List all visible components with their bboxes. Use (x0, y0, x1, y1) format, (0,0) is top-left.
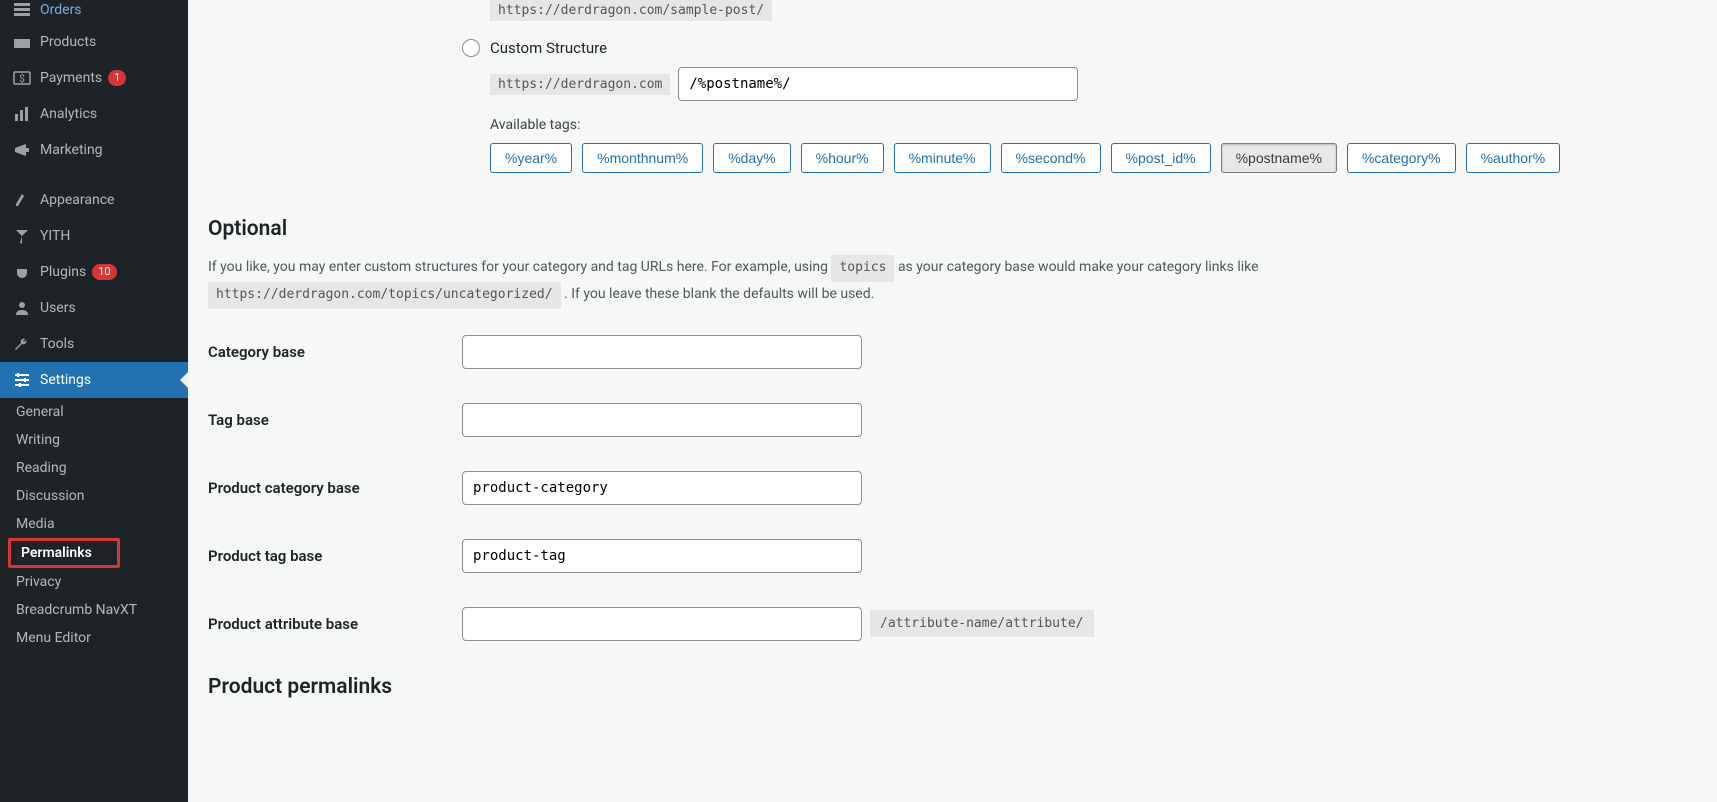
sidebar-item-plugins[interactable]: Plugins 10 (0, 254, 188, 290)
sidebar-item-users[interactable]: Users (0, 290, 188, 326)
settings-icon (12, 370, 32, 390)
product-attribute-base-label: Product attribute base (208, 615, 462, 633)
notification-badge: 10 (92, 264, 116, 280)
appearance-icon (12, 190, 32, 210)
optional-desc-part2: as your category base would make your ca… (898, 259, 1259, 275)
sidebar-item-appearance[interactable]: Appearance (0, 182, 188, 218)
svg-text:$: $ (19, 72, 25, 85)
product-permalinks-heading: Product permalinks (208, 675, 1697, 699)
available-tags-label: Available tags: (462, 117, 1697, 133)
radio-custom-structure-label: Custom Structure (490, 39, 607, 57)
optional-desc-part3: . If you leave these blank the defaults … (564, 286, 874, 302)
submenu-item-permalinks[interactable]: Permalinks (8, 538, 120, 568)
category-base-label: Category base (208, 343, 462, 361)
tag-author[interactable]: %author% (1466, 143, 1561, 173)
sidebar-item-label: Orders (40, 2, 82, 18)
sidebar-item-label: Products (40, 34, 96, 50)
tag-year[interactable]: %year% (490, 143, 572, 173)
sidebar-item-label: YITH (40, 228, 70, 244)
sidebar-item-label: Analytics (40, 106, 97, 122)
settings-submenu: General Writing Reading Discussion Media… (0, 398, 188, 652)
sidebar-item-payments[interactable]: $ Payments 1 (0, 60, 188, 96)
tag-category[interactable]: %category% (1347, 143, 1456, 173)
submenu-item-media[interactable]: Media (0, 510, 188, 538)
notification-badge: 1 (108, 70, 126, 86)
tag-monthnum[interactable]: %monthnum% (582, 143, 703, 173)
product-attribute-base-input[interactable] (462, 607, 862, 641)
plugins-icon (12, 262, 32, 282)
product-attribute-base-suffix: /attribute-name/attribute/ (870, 610, 1094, 637)
tag-day[interactable]: %day% (713, 143, 790, 173)
available-tags: %year% %monthnum% %day% %hour% %minute% … (462, 143, 1697, 173)
category-base-input[interactable] (462, 335, 862, 369)
tag-minute[interactable]: %minute% (894, 143, 991, 173)
products-icon (12, 32, 32, 52)
tools-icon (12, 334, 32, 354)
custom-structure-input[interactable] (678, 67, 1078, 101)
tag-hour[interactable]: %hour% (801, 143, 884, 173)
yith-icon (12, 226, 32, 246)
optional-heading: Optional (208, 217, 1697, 241)
radio-custom-structure[interactable] (462, 39, 480, 57)
sidebar-item-yith[interactable]: YITH (0, 218, 188, 254)
product-tag-base-input[interactable] (462, 539, 862, 573)
payments-icon: $ (12, 68, 32, 88)
admin-sidebar: Orders Products $ Payments 1 Analytics M… (0, 0, 188, 802)
submenu-item-general[interactable]: General (0, 398, 188, 426)
product-category-base-label: Product category base (208, 479, 462, 497)
optional-desc-code2: https://derdragon.com/topics/uncategoriz… (208, 282, 561, 309)
sidebar-item-analytics[interactable]: Analytics (0, 96, 188, 132)
main-content: https://derdragon.com/sample-post/ Custo… (188, 0, 1717, 802)
submenu-item-discussion[interactable]: Discussion (0, 482, 188, 510)
sidebar-item-label: Marketing (40, 142, 103, 158)
sidebar-item-label: Payments (40, 70, 102, 86)
tag-base-input[interactable] (462, 403, 862, 437)
submenu-item-menu-editor[interactable]: Menu Editor (0, 624, 188, 652)
sidebar-item-products[interactable]: Products (0, 24, 188, 60)
product-tag-base-label: Product tag base (208, 547, 462, 565)
optional-desc-part1: If you like, you may enter custom struct… (208, 259, 831, 275)
sidebar-item-settings[interactable]: Settings (0, 362, 188, 398)
tag-post-id[interactable]: %post_id% (1111, 143, 1211, 173)
orders-icon (12, 0, 32, 20)
tag-second[interactable]: %second% (1001, 143, 1101, 173)
submenu-item-writing[interactable]: Writing (0, 426, 188, 454)
optional-desc-code1: topics (831, 255, 894, 282)
marketing-icon (12, 140, 32, 160)
sidebar-item-orders[interactable]: Orders (0, 0, 188, 24)
users-icon (12, 298, 32, 318)
submenu-item-breadcrumb-navxt[interactable]: Breadcrumb NavXT (0, 596, 188, 624)
tag-postname[interactable]: %postname% (1221, 143, 1337, 173)
sidebar-item-tools[interactable]: Tools (0, 326, 188, 362)
sidebar-item-marketing[interactable]: Marketing (0, 132, 188, 168)
sidebar-item-label: Tools (40, 336, 74, 352)
analytics-icon (12, 104, 32, 124)
sidebar-item-label: Plugins (40, 264, 86, 280)
sidebar-item-label: Settings (40, 372, 91, 388)
sample-permalink-url: https://derdragon.com/sample-post/ (490, 0, 772, 21)
sidebar-separator (0, 168, 188, 182)
product-category-base-input[interactable] (462, 471, 862, 505)
sidebar-item-label: Users (40, 300, 76, 316)
submenu-item-privacy[interactable]: Privacy (0, 568, 188, 596)
tag-base-label: Tag base (208, 411, 462, 429)
sidebar-item-label: Appearance (40, 192, 114, 208)
base-url: https://derdragon.com (490, 74, 670, 95)
optional-description: If you like, you may enter custom struct… (208, 255, 1608, 309)
submenu-item-reading[interactable]: Reading (0, 454, 188, 482)
